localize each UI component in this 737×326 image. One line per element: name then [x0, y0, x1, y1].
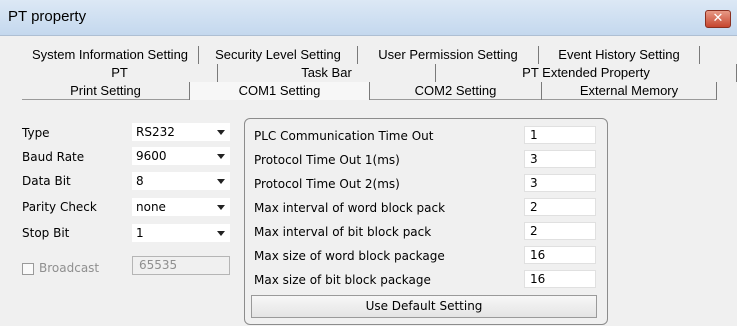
- max-size-bit-input[interactable]: 16: [524, 270, 596, 288]
- type-select[interactable]: RS232: [132, 123, 230, 141]
- tab-system-information-setting[interactable]: System Information Setting: [22, 46, 199, 64]
- broadcast-checkbox[interactable]: [22, 263, 34, 275]
- broadcast-address-field: 65535: [132, 256, 230, 275]
- stop-bit-value: 1: [136, 226, 144, 240]
- use-default-setting-button[interactable]: Use Default Setting: [251, 295, 597, 318]
- close-icon: ✕: [712, 11, 724, 26]
- type-value: RS232: [136, 125, 175, 139]
- tab-security-level-setting[interactable]: Security Level Setting: [199, 46, 358, 64]
- max-interval-word-label: Max interval of word block pack: [254, 201, 446, 215]
- max-interval-bit-label: Max interval of bit block pack: [254, 225, 432, 239]
- max-size-bit-label: Max size of bit block package: [254, 273, 431, 287]
- baud-rate-label: Baud Rate: [22, 150, 85, 164]
- max-interval-bit-input[interactable]: 2: [524, 222, 596, 240]
- protocol-timeout-1-label: Protocol Time Out 1(ms): [254, 153, 400, 167]
- stop-bit-label: Stop Bit: [22, 226, 70, 240]
- protocol-timeout-2-input[interactable]: 3: [524, 174, 596, 192]
- baud-rate-select[interactable]: 9600: [132, 147, 230, 165]
- max-size-word-label: Max size of word block package: [254, 249, 445, 263]
- window-title: PT property: [8, 8, 87, 25]
- data-bit-select[interactable]: 8: [132, 172, 230, 190]
- tab-pt-extended-property[interactable]: PT Extended Property: [436, 64, 737, 82]
- broadcast-label: Broadcast: [39, 261, 100, 275]
- tab-external-memory[interactable]: External Memory: [542, 82, 717, 100]
- type-label: Type: [22, 126, 50, 140]
- chevron-down-icon: [217, 231, 225, 236]
- chevron-down-icon: [217, 154, 225, 159]
- chevron-down-icon: [217, 179, 225, 184]
- tab-com2-setting[interactable]: COM2 Setting: [370, 82, 542, 100]
- stop-bit-select[interactable]: 1: [132, 224, 230, 242]
- tab-event-history-setting[interactable]: Event History Setting: [539, 46, 700, 64]
- tab-pt[interactable]: PT: [22, 64, 218, 82]
- tab-row-1: System Information Setting Security Leve…: [22, 46, 700, 64]
- max-size-word-input[interactable]: 16: [524, 246, 596, 264]
- data-bit-label: Data Bit: [22, 174, 71, 188]
- protocol-timeout-2-label: Protocol Time Out 2(ms): [254, 177, 400, 191]
- title-bar: PT property ✕: [0, 0, 737, 36]
- max-interval-word-input[interactable]: 2: [524, 198, 596, 216]
- chevron-down-icon: [217, 130, 225, 135]
- tab-user-permission-setting[interactable]: User Permission Setting: [358, 46, 539, 64]
- tab-print-setting[interactable]: Print Setting: [22, 82, 190, 100]
- plc-timeout-input[interactable]: 1: [524, 126, 596, 144]
- baud-rate-value: 9600: [136, 149, 167, 163]
- tab-task-bar[interactable]: Task Bar: [218, 64, 436, 82]
- protocol-timeout-1-input[interactable]: 3: [524, 150, 596, 168]
- parity-check-select[interactable]: none: [132, 198, 230, 216]
- tab-row-2: PT Task Bar PT Extended Property: [22, 64, 737, 82]
- chevron-down-icon: [217, 205, 225, 210]
- parity-check-label: Parity Check: [22, 200, 97, 214]
- tab-com1-setting[interactable]: COM1 Setting: [190, 82, 370, 100]
- close-button[interactable]: ✕: [705, 10, 731, 28]
- tab-row-3: Print Setting COM1 Setting COM2 Setting …: [22, 82, 717, 100]
- parity-check-value: none: [136, 200, 166, 214]
- plc-timeout-label: PLC Communication Time Out: [254, 129, 434, 143]
- data-bit-value: 8: [136, 174, 144, 188]
